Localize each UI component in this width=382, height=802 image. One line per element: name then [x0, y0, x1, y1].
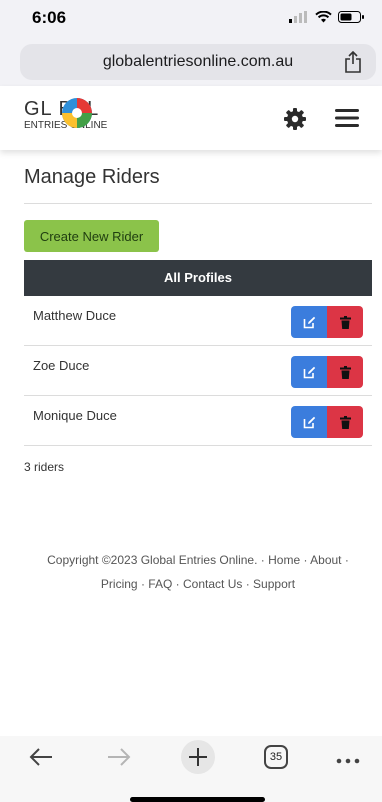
status-bar: 6:06: [0, 0, 382, 38]
forward-arrow-icon: [108, 748, 131, 766]
rider-name: Matthew Duce: [33, 308, 117, 323]
create-new-rider-button[interactable]: Create New Rider: [24, 220, 159, 252]
status-icons: [289, 11, 364, 23]
rider-count: 3 riders: [24, 460, 65, 474]
more-icon: [336, 758, 360, 764]
table-row: Matthew Duce: [24, 296, 372, 346]
rider-name: Zoe Duce: [33, 358, 90, 373]
footer-link-faq[interactable]: FAQ: [148, 577, 172, 591]
footer-separator: ·: [260, 553, 265, 567]
footer-separator: ·: [175, 577, 180, 591]
page-title: Manage Riders: [24, 166, 160, 188]
wifi-icon: [315, 11, 332, 23]
site-header: GL BAL ENTRIES ONLINE: [0, 86, 382, 150]
delete-rider-button[interactable]: [327, 406, 363, 438]
title-divider: [24, 203, 372, 204]
footer-separator: ·: [245, 577, 250, 591]
edit-rider-button[interactable]: [291, 406, 327, 438]
trash-icon: [339, 365, 351, 379]
site-footer: Copyright ©2023 Global Entries Online. ·…: [24, 548, 372, 596]
url-bar[interactable]: globalentriesonline.com.au: [20, 44, 376, 80]
footer-line-1: Copyright ©2023 Global Entries Online. ·…: [24, 548, 372, 572]
delete-rider-button[interactable]: [327, 356, 363, 388]
tabs-button[interactable]: 35: [264, 745, 288, 769]
delete-rider-button[interactable]: [327, 306, 363, 338]
new-tab-button[interactable]: [180, 739, 216, 780]
back-button[interactable]: [28, 744, 54, 775]
globe-logo-icon: [62, 98, 92, 128]
footer-link-support[interactable]: Support: [253, 577, 295, 591]
footer-separator: ·: [344, 553, 349, 567]
gear-icon: [284, 108, 306, 130]
signal-icon: [289, 11, 307, 23]
forward-button[interactable]: [106, 744, 132, 775]
site-logo[interactable]: GL BAL ENTRIES ONLINE: [24, 96, 136, 138]
edit-icon: [303, 316, 315, 328]
table-row: Monique Duce: [24, 396, 372, 446]
share-icon[interactable]: [344, 51, 362, 73]
edit-rider-button[interactable]: [291, 356, 327, 388]
back-arrow-icon: [29, 748, 52, 766]
url-text[interactable]: globalentriesonline.com.au: [20, 53, 376, 71]
trash-icon: [339, 415, 351, 429]
rider-list: Matthew Duce Zoe Duce Monique Duce: [24, 296, 372, 446]
battery-icon: [338, 11, 364, 23]
edit-icon: [303, 366, 315, 378]
hamburger-menu-button[interactable]: [335, 108, 359, 133]
footer-separator: ·: [140, 577, 145, 591]
table-header-all-profiles: All Profiles: [24, 260, 372, 296]
settings-button[interactable]: [283, 107, 307, 136]
browser-toolbar: 35: [0, 736, 382, 802]
footer-link-pricing[interactable]: Pricing: [101, 577, 138, 591]
footer-line-2: Pricing · FAQ · Contact Us · Support: [24, 572, 372, 596]
trash-icon: [339, 315, 351, 329]
home-indicator: [130, 797, 265, 802]
tab-count: 35: [269, 751, 283, 763]
browser-url-area: globalentriesonline.com.au: [0, 38, 382, 86]
footer-separator: ·: [303, 553, 308, 567]
footer-link-home[interactable]: Home: [268, 553, 300, 567]
edit-icon: [303, 416, 315, 428]
footer-link-about[interactable]: About: [310, 553, 341, 567]
table-row: Zoe Duce: [24, 346, 372, 396]
plus-icon: [181, 740, 215, 774]
rider-name: Monique Duce: [33, 408, 117, 423]
footer-link-contact-us[interactable]: Contact Us: [183, 577, 242, 591]
hamburger-icon: [335, 109, 359, 127]
status-time: 6:06: [32, 8, 67, 27]
edit-rider-button[interactable]: [291, 306, 327, 338]
footer-copyright: Copyright ©2023 Global Entries Online.: [47, 553, 258, 567]
more-button[interactable]: [336, 752, 360, 770]
